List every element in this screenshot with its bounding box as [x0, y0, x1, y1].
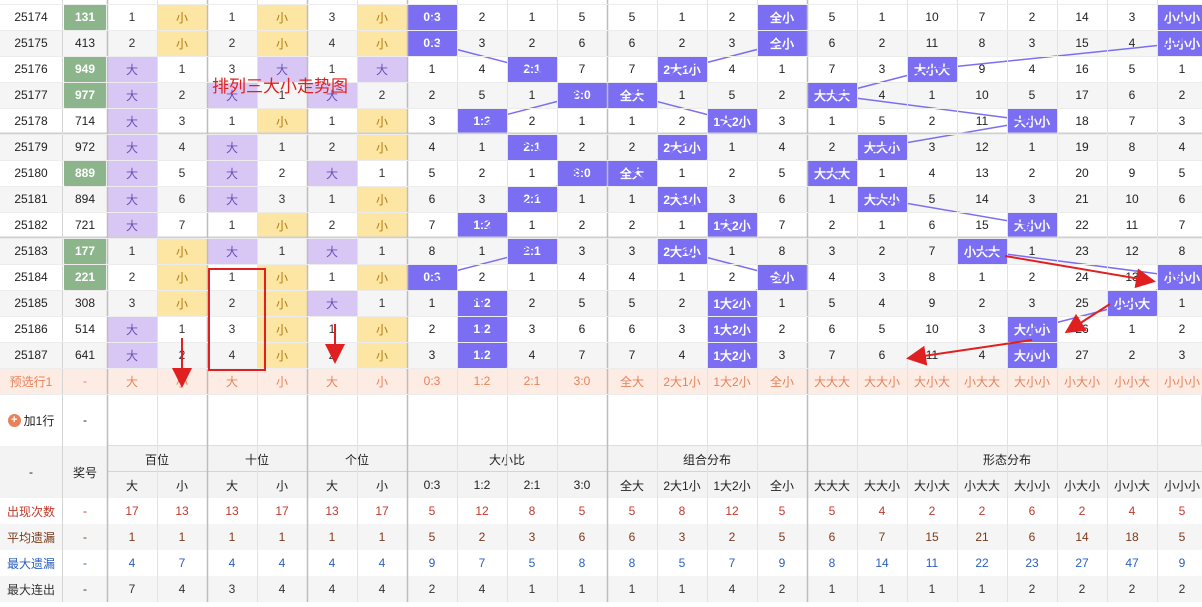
annotation-arrows	[172, 255, 1156, 388]
trend-table: 25174 131 1 小 1 小 3 小 0:3 2 1 5 5 1 2 全小 5 1 10 7 2 14 3 小小小 251…	[0, 0, 1202, 607]
red-arrow	[1004, 255, 1156, 289]
red-arrow	[906, 339, 1033, 366]
red-arrow	[1064, 303, 1111, 334]
